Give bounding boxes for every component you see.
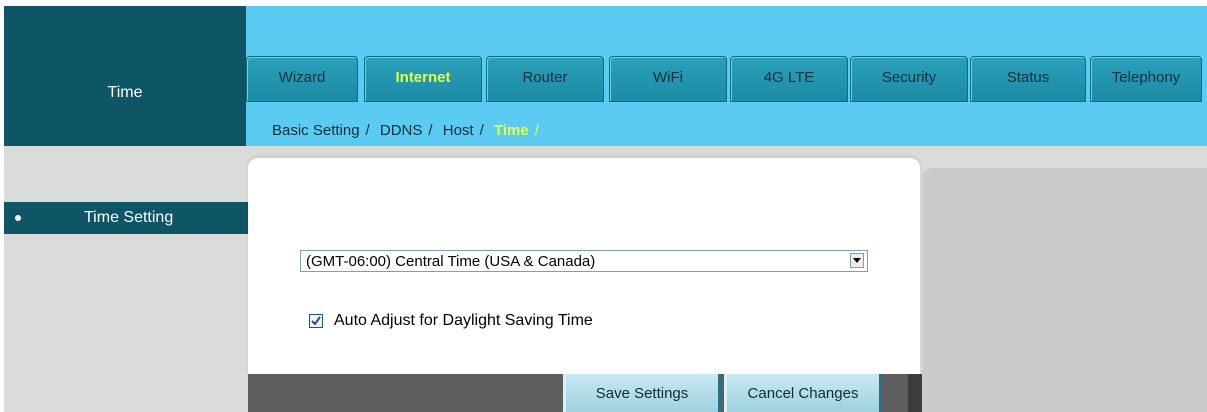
timezone-select[interactable]: (GMT-06:00) Central Time (USA & Canada): [300, 250, 868, 272]
chevron-down-icon[interactable]: [850, 253, 864, 268]
daylight-saving-label: Auto Adjust for Daylight Saving Time: [334, 312, 593, 329]
sidebar-item-time-setting[interactable]: Time Setting: [4, 202, 248, 234]
subnav-basic-setting[interactable]: Basic Setting: [272, 122, 360, 139]
subnav-separator: /: [479, 122, 484, 139]
tab-internet[interactable]: Internet: [364, 56, 482, 102]
tab-wifi[interactable]: WiFi: [609, 56, 727, 102]
subnav-ddns[interactable]: DDNS: [380, 122, 423, 139]
sidebar-item-label: Time Setting: [84, 209, 174, 226]
tab-telephony[interactable]: Telephony: [1090, 56, 1202, 102]
subnav-separator: /: [365, 122, 370, 139]
subnav-separator: /: [534, 122, 539, 139]
section-title: Time: [107, 84, 143, 101]
bullet-icon: [15, 215, 21, 221]
tab-router[interactable]: Router: [486, 56, 604, 102]
section-header: Time: [4, 6, 246, 146]
daylight-saving-checkbox[interactable]: [309, 314, 323, 328]
tab-wizard[interactable]: Wizard: [246, 56, 358, 102]
button-bar-edge: [908, 374, 922, 412]
save-settings-button[interactable]: Save Settings: [563, 374, 721, 412]
timezone-value: (GMT-06:00) Central Time (USA & Canada): [306, 253, 596, 270]
subnav-host[interactable]: Host: [443, 122, 474, 139]
subnav-separator: /: [428, 122, 433, 139]
help-panel: [922, 168, 1207, 412]
subnav: Basic Setting / DDNS / Host / Time /: [272, 122, 545, 142]
tab-security[interactable]: Security: [850, 56, 968, 102]
cancel-changes-button[interactable]: Cancel Changes: [724, 374, 882, 412]
tab-4g-lte[interactable]: 4G LTE: [730, 56, 848, 102]
checkmark-icon: [311, 316, 321, 326]
tab-status[interactable]: Status: [970, 56, 1086, 102]
subnav-time[interactable]: Time: [494, 122, 529, 139]
